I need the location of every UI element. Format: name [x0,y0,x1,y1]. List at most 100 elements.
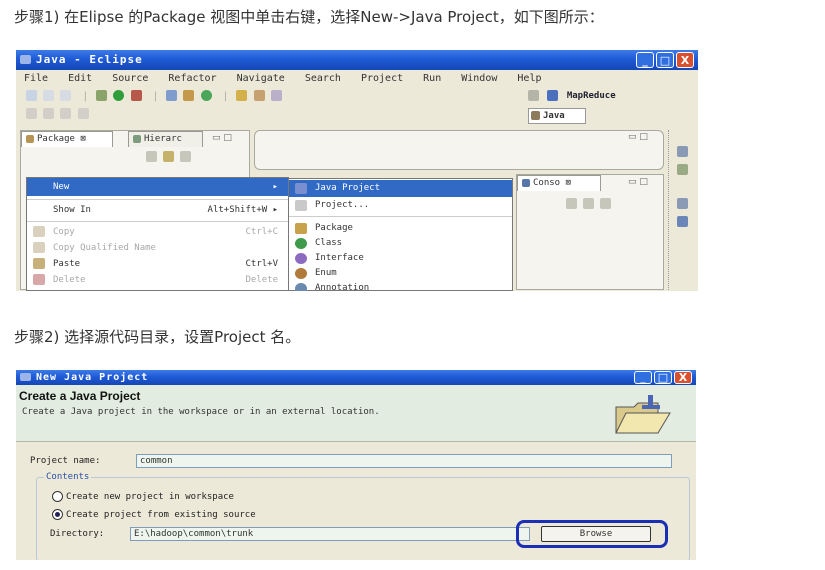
folder-wizard-icon [612,393,676,437]
save-icon[interactable] [43,90,55,101]
eclipse-title: Java - Eclipse [36,53,143,66]
menu-navigate[interactable]: Navigate [237,73,285,84]
menu-project[interactable]: Project [361,73,403,84]
brush-icon[interactable] [270,90,282,101]
toolbar-separator: | [153,90,158,102]
debug-icon[interactable] [96,90,108,101]
submenu-separator [289,216,512,217]
radio-new-project[interactable]: Create new project in workspace [52,491,234,502]
interface-icon [295,253,307,264]
perspective-java-tab[interactable]: Java [528,108,586,124]
package-icon [26,134,34,143]
run-icon[interactable] [113,90,125,101]
new-icon[interactable] [26,90,37,101]
radio-existing-indicator[interactable] [52,509,63,520]
perspective-mapreduce[interactable]: MapReduce [567,91,616,101]
wizard-title-bar: New Java Project [16,370,696,385]
editor-minmax-controls[interactable]: ▭ □ [628,132,648,142]
delete-icon [33,274,45,285]
menu-item-new[interactable]: New ▸ [27,178,288,196]
wizard-app-icon [20,373,31,381]
restore-icon[interactable] [677,198,688,209]
menu-item-delete-label: Delete [53,275,86,285]
main-toolbar: | | | [26,90,285,106]
search-icon[interactable] [253,90,265,101]
menu-item-copy-label: Copy [53,227,75,237]
forward-icon[interactable] [77,108,89,119]
menu-edit[interactable]: Edit [68,73,92,84]
menu-file[interactable]: File [24,73,48,84]
maximize-button[interactable]: □ [656,52,674,68]
wizard-maximize-button[interactable]: □ [654,371,672,384]
submenu-interface-label: Interface [315,253,364,263]
minimize-button[interactable]: _ [636,52,654,68]
menu-item-show-in-shortcut: Alt+Shift+W ▸ [207,205,278,215]
eclipse-title-bar: Java - Eclipse [16,50,698,70]
external-tools-icon[interactable] [130,90,142,101]
pin-console-icon[interactable] [566,198,577,209]
paste-icon [33,258,45,269]
open-folder-icon[interactable] [236,90,248,101]
view-toolbar-icons [146,151,194,162]
menu-item-delete[interactable]: Delete Delete [27,271,288,289]
menu-item-new-arrow: ▸ [272,182,278,192]
project-icon [295,200,307,211]
link-editor-icon[interactable] [162,151,174,162]
console-toolbar-icons [566,198,614,209]
console-minmax-controls[interactable]: ▭ □ [628,177,648,187]
wizard-minimize-button[interactable]: _ [634,371,652,384]
display-console-icon[interactable] [582,198,594,209]
toolbar-separator: | [83,90,87,102]
outline-icon[interactable] [677,146,688,157]
browse-button[interactable]: Browse [541,526,651,542]
tab-console[interactable]: Conso ⊠ [517,175,601,191]
project-name-label: Project name: [30,456,101,466]
menu-help[interactable]: Help [517,73,541,84]
editor-area [254,130,664,170]
view-minmax-controls[interactable]: ▭ □ [212,133,232,143]
submenu-item-java-project[interactable]: Java Project [289,180,512,197]
radio-existing-source[interactable]: Create project from existing source [52,509,256,520]
menu-search[interactable]: Search [305,73,341,84]
menu-item-paste-label: Paste [53,259,81,269]
view-menu-icon[interactable] [179,151,191,162]
menu-item-show-in[interactable]: Show In Alt+Shift+W ▸ [27,201,288,219]
menu-source[interactable]: Source [112,73,148,84]
tab-package-explorer[interactable]: Package ⊠ [21,131,113,147]
wizard-header: Create a Java Project Create a Java proj… [16,385,696,442]
menu-refactor[interactable]: Refactor [168,73,216,84]
collapse-all-icon[interactable] [146,151,157,162]
menu-window[interactable]: Window [461,73,497,84]
wizard-close-button[interactable]: X [674,371,692,384]
submenu-item-annotation[interactable]: Annotation [289,280,512,291]
close-button[interactable]: X [676,52,694,68]
print-icon[interactable] [60,90,72,101]
task-list-icon[interactable] [677,164,688,175]
menu-run[interactable]: Run [423,73,441,84]
submenu-item-project[interactable]: Project... [289,197,512,214]
annotation-icon[interactable] [26,108,37,119]
open-type-icon[interactable] [166,90,178,101]
submenu-class-label: Class [315,238,343,248]
radio-new-indicator[interactable] [52,491,63,502]
contents-label: Contents [44,472,92,482]
class-icon [295,238,307,249]
directory-label: Directory: [50,529,105,539]
new-package-icon[interactable] [183,90,195,101]
open-console-icon[interactable] [599,198,611,209]
step1-text: 步骤1) 在Elipse 的Package 视图中单击右键，选择New->Jav… [14,8,604,26]
new-class-icon[interactable] [200,90,212,101]
directory-input[interactable]: E:\hadoop\common\trunk [130,527,530,541]
wizard-screenshot: New Java Project _ □ X Create a Java Pro… [16,370,696,560]
console-icon [522,178,530,187]
package-tab-label: Package ⊠ [37,134,86,144]
tab-hierarchy[interactable]: Hierarc [128,131,203,147]
wizard-description: Create a Java project in the workspace o… [22,407,380,417]
open-perspective-icon[interactable] [528,90,539,101]
project-name-input[interactable]: common [136,454,672,468]
outline-view-icon[interactable] [677,216,688,227]
hierarchy-tab-label: Hierarc [144,134,182,144]
back-icon[interactable] [60,108,72,119]
copy-icon [33,226,45,237]
next-annotation-icon[interactable] [43,108,55,119]
